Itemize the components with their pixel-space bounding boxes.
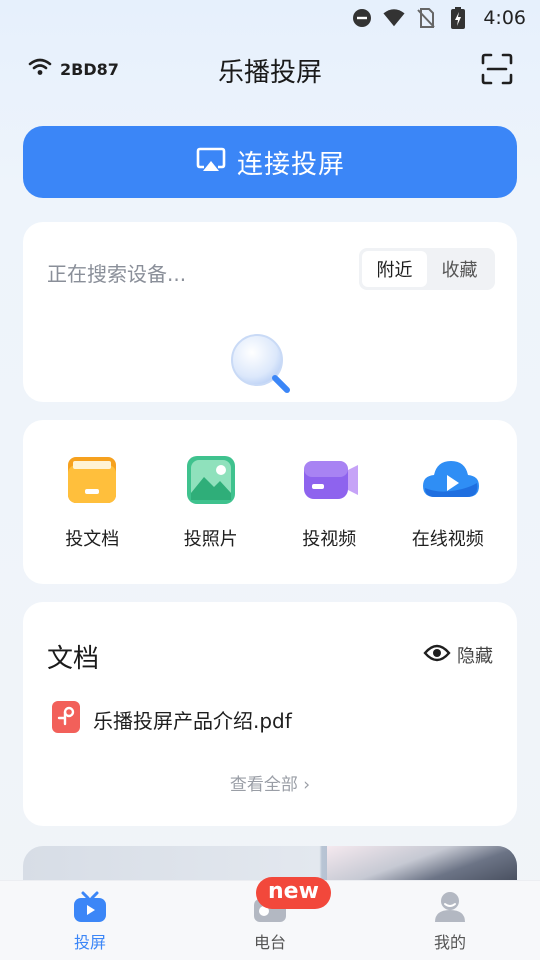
user-icon bbox=[432, 889, 468, 925]
cast-document-label: 投文档 bbox=[65, 529, 120, 550]
device-filter-tabs: 附近 收藏 bbox=[359, 248, 495, 290]
cloud-play-icon bbox=[421, 453, 479, 507]
tab-cast[interactable]: 投屏 bbox=[30, 889, 150, 953]
cast-screen-icon bbox=[195, 146, 227, 178]
video-camera-icon bbox=[302, 453, 359, 507]
cast-photo-label: 投照片 bbox=[183, 529, 238, 550]
clock: 4:06 bbox=[483, 7, 526, 29]
search-status: 正在搜索设备... bbox=[47, 262, 187, 286]
cast-video-label: 投视频 bbox=[302, 529, 357, 550]
document-list-item[interactable]: 乐播投屏产品介绍.pdf bbox=[51, 700, 292, 738]
cast-document-button[interactable]: 投文档 bbox=[37, 453, 147, 551]
pdf-icon bbox=[51, 700, 81, 738]
searching-magnifier-icon bbox=[229, 332, 295, 398]
folder-icon bbox=[65, 453, 119, 507]
photo-icon bbox=[184, 453, 238, 507]
connect-cast-button[interactable]: 连接投屏 bbox=[23, 126, 517, 198]
document-name: 乐播投屏产品介绍.pdf bbox=[93, 708, 292, 733]
hide-documents-button[interactable]: 隐藏 bbox=[423, 642, 493, 668]
tab-profile[interactable]: 我的 bbox=[390, 889, 510, 953]
view-all-link[interactable]: 查看全部 › bbox=[23, 770, 517, 795]
tab-radio[interactable]: 电台 new bbox=[210, 876, 331, 953]
tv-icon bbox=[72, 889, 108, 925]
bottom-tab-bar: 投屏 电台 new 我的 bbox=[0, 876, 540, 960]
documents-title: 文档 bbox=[47, 644, 100, 674]
header: 2BD87 乐播投屏 bbox=[0, 44, 540, 96]
connect-cast-label: 连接投屏 bbox=[236, 149, 345, 180]
device-search-card: 正在搜索设备... 附近 收藏 bbox=[23, 222, 517, 402]
online-video-label: 在线视频 bbox=[411, 529, 484, 550]
hide-label: 隐藏 bbox=[457, 646, 493, 667]
documents-card: 文档 隐藏 乐播投屏产品介绍.pdf 查看全部 › bbox=[23, 602, 517, 826]
scan-button[interactable] bbox=[480, 52, 514, 86]
tab-cast-label: 投屏 bbox=[73, 932, 106, 952]
scan-icon bbox=[481, 53, 513, 85]
online-video-button[interactable]: 在线视频 bbox=[393, 453, 503, 551]
tab-nearby[interactable]: 附近 bbox=[362, 251, 427, 287]
cast-tools-card: 投文档 投照片 投视频 在线视频 bbox=[23, 420, 517, 584]
do-not-disturb-icon bbox=[351, 7, 373, 29]
tab-profile-label: 我的 bbox=[433, 932, 466, 952]
cast-photo-button[interactable]: 投照片 bbox=[156, 453, 266, 551]
page-title: 乐播投屏 bbox=[217, 58, 322, 88]
wifi-signal-icon bbox=[383, 7, 405, 29]
status-bar: 4:06 bbox=[0, 0, 540, 36]
eye-icon bbox=[423, 643, 451, 668]
tab-favorites[interactable]: 收藏 bbox=[427, 251, 492, 287]
battery-charging-icon bbox=[447, 7, 469, 29]
cast-video-button[interactable]: 投视频 bbox=[274, 453, 384, 551]
no-sim-icon bbox=[415, 7, 437, 29]
tab-radio-label: 电台 bbox=[253, 932, 286, 952]
new-badge: new bbox=[256, 876, 331, 909]
